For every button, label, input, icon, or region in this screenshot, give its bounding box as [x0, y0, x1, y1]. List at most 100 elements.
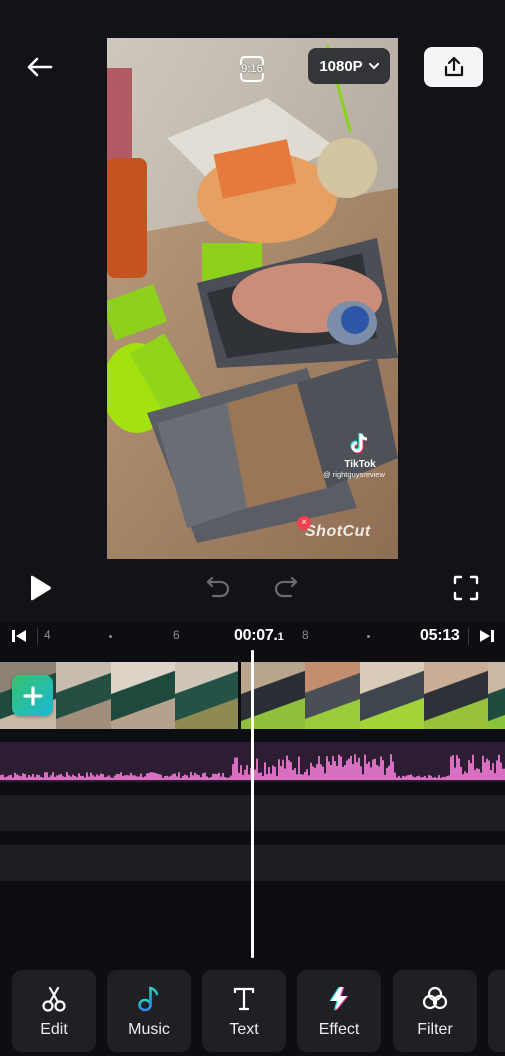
- waveform-bar: [92, 775, 94, 780]
- waveform-bar: [222, 773, 224, 780]
- ruler-separator: [37, 628, 38, 645]
- tool-filter[interactable]: Filter: [393, 970, 477, 1052]
- tool-text[interactable]: Text: [202, 970, 286, 1052]
- export-button[interactable]: [424, 47, 483, 87]
- jump-to-end-button[interactable]: [478, 628, 496, 644]
- waveform-bar: [300, 774, 302, 780]
- waveform-bar: [94, 776, 96, 780]
- skip-start-icon: [12, 630, 26, 642]
- ruler-tick-label: 8: [302, 628, 309, 642]
- tiktok-handle-text: @ rightguysreview: [323, 470, 385, 479]
- waveform-bar: [492, 763, 494, 780]
- play-icon: [31, 575, 51, 601]
- waveform-bar: [184, 774, 186, 780]
- waveform-bar: [38, 775, 40, 780]
- waveform-bar: [258, 772, 260, 780]
- waveform-bar: [392, 761, 394, 780]
- video-thumbnail: [424, 662, 488, 729]
- waveform-bar: [36, 774, 38, 780]
- waveform-bar: [282, 759, 284, 780]
- waveform-bar: [30, 776, 32, 780]
- undo-icon: [206, 576, 230, 598]
- waveform-bar: [368, 761, 370, 780]
- jump-to-start-button[interactable]: [10, 628, 28, 644]
- tool-edit[interactable]: Edit: [12, 970, 96, 1052]
- waveform-bar: [138, 776, 140, 780]
- playhead[interactable]: [251, 650, 254, 958]
- waveform-bar: [84, 777, 86, 780]
- ruler-tick-label: 4: [44, 628, 51, 642]
- waveform-bar: [312, 766, 314, 780]
- waveform-bar: [80, 775, 82, 780]
- tool-music[interactable]: Music: [107, 970, 191, 1052]
- waveform-bar: [74, 776, 76, 780]
- waveform-bar: [218, 772, 220, 780]
- waveform-bar: [88, 776, 90, 780]
- waveform-bar: [320, 764, 322, 780]
- video-frame-image: [107, 38, 398, 559]
- undo-button[interactable]: [204, 574, 232, 602]
- waveform-bar: [106, 776, 108, 780]
- waveform-bar: [310, 762, 312, 780]
- resolution-dropdown[interactable]: 1080P: [308, 48, 390, 84]
- waveform-bar: [374, 758, 376, 780]
- waveform-bar: [464, 771, 466, 780]
- waveform-bar: [144, 776, 146, 780]
- fullscreen-icon: [453, 575, 479, 601]
- waveform-bar: [318, 756, 320, 780]
- waveform-bar: [474, 769, 476, 780]
- waveform-bar: [154, 772, 156, 780]
- add-clip-button[interactable]: [12, 675, 53, 716]
- video-thumbnail: [111, 662, 175, 729]
- waveform-bar: [262, 775, 264, 780]
- waveform-bar: [364, 754, 366, 780]
- waveform-bar: [314, 767, 316, 780]
- waveform-bar: [186, 775, 188, 780]
- waveform-bar: [442, 776, 444, 780]
- waveform-bar: [500, 762, 502, 780]
- tool-more[interactable]: [488, 970, 505, 1052]
- waveform-bar: [180, 777, 182, 780]
- waveform-bar: [278, 759, 280, 780]
- waveform-bar: [58, 774, 60, 780]
- bottom-toolbar: Edit Music Text Effect Filter: [0, 970, 505, 1054]
- waveform-bar: [170, 775, 172, 780]
- play-button[interactable]: [24, 572, 56, 604]
- waveform-bar: [212, 773, 214, 780]
- waveform-bar: [298, 756, 300, 780]
- waveform-bar: [120, 772, 122, 780]
- waveform-bar: [370, 767, 372, 780]
- filter-circles-icon: [420, 984, 450, 1014]
- timeline-ruler[interactable]: 4 6 00:07.1 8 05:13: [0, 622, 505, 652]
- scissors-icon: [39, 984, 69, 1014]
- waveform-bar: [382, 760, 384, 780]
- back-button[interactable]: [22, 50, 56, 84]
- redo-button[interactable]: [272, 574, 300, 602]
- waveform-bar: [164, 776, 166, 780]
- waveform-bar: [194, 772, 196, 780]
- tool-label: Filter: [417, 1021, 453, 1038]
- waveform-bar: [264, 762, 266, 780]
- waveform-bar: [380, 756, 382, 780]
- fullscreen-button[interactable]: [451, 573, 481, 603]
- waveform-bar: [40, 776, 42, 780]
- waveform-bar: [416, 776, 418, 780]
- waveform-bar: [422, 776, 424, 780]
- waveform-bar: [502, 768, 504, 780]
- waveform-bar: [68, 775, 70, 780]
- waveform-bar: [280, 766, 282, 780]
- aspect-ratio-button[interactable]: 9:16: [240, 56, 264, 82]
- waveform-bar: [234, 757, 236, 780]
- remove-watermark-button[interactable]: ×: [297, 516, 311, 530]
- waveform-bar: [26, 777, 28, 780]
- waveform-bar: [182, 775, 184, 780]
- tool-label: Music: [128, 1021, 170, 1038]
- waveform-bar: [196, 774, 198, 780]
- tool-effect[interactable]: Effect: [297, 970, 381, 1052]
- video-preview[interactable]: 9:16 1080P TikTok @ rightguysreview Shot…: [107, 38, 398, 559]
- waveform-bar: [240, 765, 242, 780]
- video-thumbnail: [360, 662, 424, 729]
- waveform-bar: [326, 756, 328, 780]
- waveform-bar: [150, 772, 152, 780]
- waveform-bar: [140, 773, 142, 780]
